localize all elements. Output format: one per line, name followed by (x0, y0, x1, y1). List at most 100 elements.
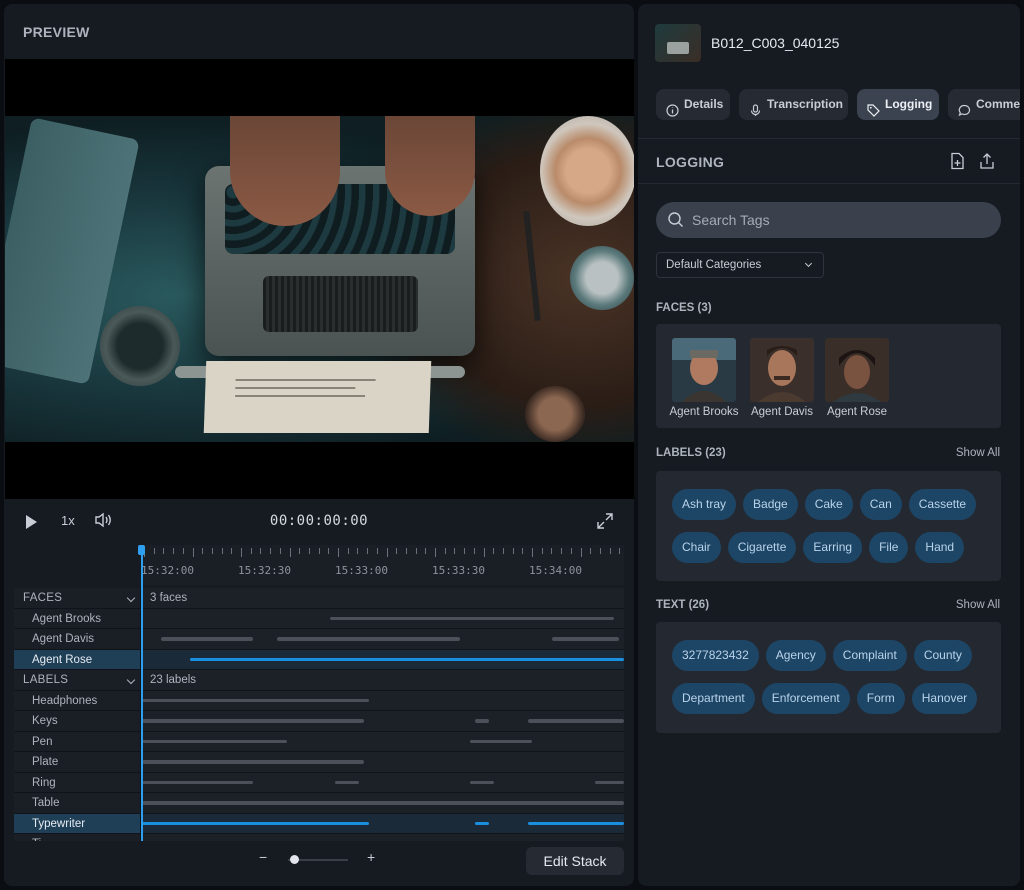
timeline-track-row[interactable]: Pen (14, 731, 624, 752)
fullscreen-icon[interactable] (596, 512, 614, 533)
track-name: Agent Davis (14, 629, 141, 649)
track-lane[interactable] (142, 588, 624, 608)
timeline-track-row[interactable]: Typewriter (14, 813, 624, 834)
tag-chip[interactable]: Form (856, 683, 905, 714)
track-lane[interactable] (142, 772, 624, 792)
faces-box: Agent Brooks Agent Davis Agent Rose (656, 324, 1001, 428)
video-player[interactable] (5, 59, 634, 499)
timeline-track-row[interactable]: Agent Davis (14, 629, 624, 650)
zoom-out-button[interactable]: − (259, 849, 267, 865)
chevron-down-icon[interactable] (126, 593, 136, 603)
tag-chip[interactable]: 3277823432 (672, 640, 759, 671)
ruler-label: 15:34:00 (529, 564, 582, 577)
timeline[interactable]: 15:32:00 15:32:30 15:33:00 15:33:30 15:34:00… (14, 545, 624, 841)
track-lane[interactable] (142, 834, 624, 841)
tab-comments[interactable]: Comments (948, 89, 1020, 120)
track-segment[interactable] (595, 780, 624, 784)
chevron-down-icon[interactable] (126, 675, 136, 685)
track-segment[interactable] (142, 719, 364, 723)
track-segment[interactable] (527, 719, 624, 723)
tag-chip[interactable]: Hand (915, 532, 965, 563)
track-segment[interactable] (474, 821, 490, 825)
tag-chip[interactable]: Badge (743, 489, 798, 520)
track-lane[interactable] (142, 793, 624, 813)
cake-object (540, 116, 634, 226)
tag-chip[interactable]: Can (859, 489, 902, 520)
track-segment[interactable] (276, 637, 461, 641)
track-segment[interactable] (527, 821, 624, 825)
timeline-track-row[interactable]: Ti... (14, 834, 624, 841)
timeline-track-row[interactable]: Ring (14, 772, 624, 793)
ruler-tick (532, 548, 533, 557)
track-segment[interactable] (142, 780, 253, 784)
track-lane[interactable] (142, 670, 624, 690)
ruler-tick (454, 548, 456, 554)
timeline-track-row[interactable]: Plate (14, 752, 624, 773)
timeline-group-row[interactable]: LABELS 23 labels (14, 670, 624, 691)
ruler-tick (570, 548, 572, 554)
search-tags-input[interactable] (692, 202, 992, 238)
track-lane[interactable] (142, 752, 624, 772)
track-segment[interactable] (142, 760, 364, 764)
timeline-track-row[interactable]: Keys (14, 711, 624, 732)
tag-chip[interactable]: Complaint (832, 640, 907, 671)
ruler-tick (367, 548, 369, 554)
tag-chip[interactable]: Cake (804, 489, 853, 520)
track-segment[interactable] (142, 698, 369, 702)
tag-chip[interactable]: Cigarette (727, 532, 797, 563)
track-segment[interactable] (474, 719, 490, 723)
timeline-group-row[interactable]: FACES 3 faces (14, 588, 624, 609)
track-lane[interactable] (142, 690, 624, 710)
tag-chip[interactable]: Ash tray (672, 489, 737, 520)
track-lane[interactable] (142, 629, 624, 649)
track-segment[interactable] (551, 637, 620, 641)
zoom-slider-knob[interactable] (290, 855, 299, 864)
track-segment[interactable] (469, 739, 533, 743)
track-segment[interactable] (161, 637, 253, 641)
tag-chip[interactable]: Chair (672, 532, 721, 563)
export-icon[interactable] (978, 152, 996, 170)
edit-stack-button[interactable]: Edit Stack (526, 847, 624, 875)
face-card-agent-davis[interactable]: Agent Davis (747, 338, 817, 418)
tag-chip[interactable]: County (913, 640, 972, 671)
timeline-ruler[interactable]: 15:32:00 15:32:30 15:33:00 15:33:30 15:34:00 (141, 545, 624, 585)
track-lane[interactable] (142, 608, 624, 628)
face-card-agent-rose[interactable]: Agent Rose (822, 338, 892, 418)
tag-chip[interactable]: Earring (803, 532, 863, 563)
timeline-track-row[interactable]: Agent Rose (14, 649, 624, 670)
search-tags-field[interactable] (656, 202, 1001, 238)
timeline-track-row[interactable]: Agent Brooks (14, 608, 624, 629)
track-segment[interactable] (469, 780, 494, 784)
category-select[interactable]: Default Categories (656, 252, 824, 278)
tag-chip[interactable]: Enforcement (761, 683, 850, 714)
text-show-all-link[interactable]: Show All (956, 599, 1000, 611)
tag-chip[interactable]: Agency (765, 640, 826, 671)
tab-logging[interactable]: Logging (857, 89, 939, 120)
track-segment[interactable] (329, 616, 615, 620)
track-segment[interactable] (190, 657, 624, 661)
tab-transcription[interactable]: Transcription (739, 89, 848, 120)
ruler-tick (561, 548, 563, 554)
tag-chip[interactable]: File (869, 532, 909, 563)
tag-chip[interactable]: Hanover (911, 683, 978, 714)
tab-details[interactable]: Details (656, 89, 730, 120)
tag-chip[interactable]: Cassette (908, 489, 977, 520)
track-lane[interactable] (142, 813, 624, 833)
track-segment[interactable] (142, 801, 624, 805)
timeline-track-row[interactable]: Headphones (14, 690, 624, 711)
tag-chip[interactable]: Department (672, 683, 755, 714)
ruler-tick (328, 548, 330, 554)
track-name: Agent Brooks (14, 608, 141, 628)
zoom-in-button[interactable]: + (367, 849, 375, 865)
face-card-agent-brooks[interactable]: Agent Brooks (669, 338, 739, 418)
track-lane[interactable] (142, 731, 624, 751)
playhead[interactable] (138, 545, 144, 841)
labels-show-all-link[interactable]: Show All (956, 447, 1000, 459)
timeline-track-row[interactable]: Table (14, 793, 624, 814)
track-lane[interactable] (142, 649, 624, 669)
track-lane[interactable] (142, 711, 624, 731)
add-file-icon[interactable] (948, 152, 966, 170)
track-segment[interactable] (142, 739, 287, 743)
track-segment[interactable] (142, 821, 369, 825)
track-segment[interactable] (334, 780, 359, 784)
